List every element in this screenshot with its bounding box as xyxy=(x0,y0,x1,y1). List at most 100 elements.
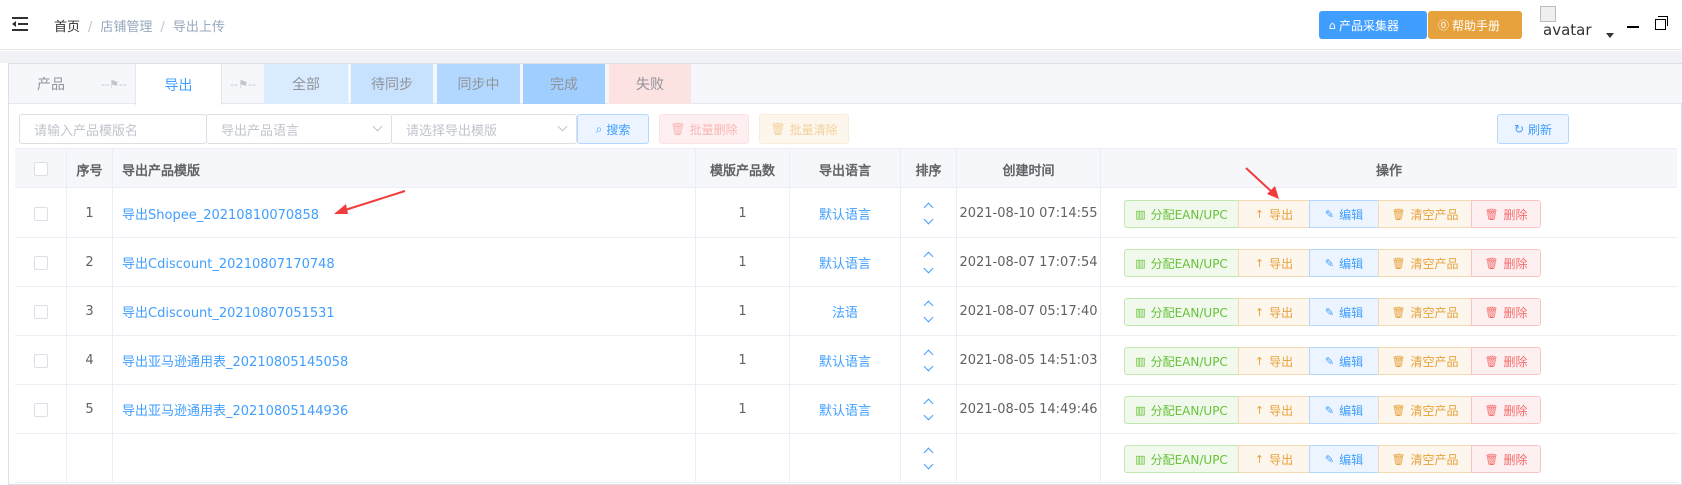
breadcrumb-home[interactable]: 首页 xyxy=(54,20,80,35)
language-link[interactable]: 法语 xyxy=(832,302,858,321)
sort-up-icon[interactable] xyxy=(923,300,934,311)
delete-button[interactable]: 🗑 删除 xyxy=(1471,347,1541,375)
select-all-checkbox[interactable] xyxy=(33,162,48,176)
search-button[interactable]: ⌕ 搜索 xyxy=(577,114,649,144)
tab-failed[interactable]: 失败 xyxy=(609,64,691,104)
export-button[interactable]: ↑ 导出 xyxy=(1238,445,1310,473)
assign-ean-upc-button[interactable]: ▥ 分配EAN/UPC xyxy=(1124,298,1239,326)
arrow-up-icon: ↑ xyxy=(1254,305,1265,319)
sort-down-icon[interactable] xyxy=(923,459,934,470)
export-button[interactable]: ↑ 导出 xyxy=(1238,347,1310,375)
language-link[interactable]: 默认语言 xyxy=(819,400,871,419)
row-checkbox[interactable] xyxy=(33,304,48,319)
delete-button[interactable]: 🗑 删除 xyxy=(1471,200,1541,228)
sort-down-icon[interactable] xyxy=(923,410,934,421)
tab-pending-sync[interactable]: 待同步 xyxy=(351,64,433,104)
template-link[interactable]: 导出亚马逊通用表_20210805145058 xyxy=(122,351,348,370)
refresh-button[interactable]: ↻ 刷新 xyxy=(1497,114,1569,144)
row-checkbox[interactable] xyxy=(33,402,48,417)
tab-product[interactable]: 产品 xyxy=(9,64,93,104)
sort-down-icon[interactable] xyxy=(923,361,934,372)
template-link[interactable]: 导出Shopee_20210810070858 xyxy=(122,204,319,223)
sort-down-icon[interactable] xyxy=(923,214,934,225)
template-link[interactable]: 导出Cdiscount_20210807051531 xyxy=(122,302,335,321)
clear-products-button[interactable]: 🗑 清空产品 xyxy=(1378,396,1472,424)
edit-button[interactable]: ✎ 编辑 xyxy=(1309,396,1379,424)
sort-down-icon[interactable] xyxy=(923,312,934,323)
store-icon: ⌂ xyxy=(1329,18,1336,32)
edit-button[interactable]: ✎ 编辑 xyxy=(1309,200,1379,228)
trash-icon: 🗑 xyxy=(1484,305,1499,319)
delete-button[interactable]: 🗑 删除 xyxy=(1471,396,1541,424)
sort-up-icon[interactable] xyxy=(923,202,934,213)
row-checkbox[interactable] xyxy=(33,353,48,368)
top-header: 首页 / 店铺管理 / 导出上传 ⌂ 产品采集器 ⓪ 帮助手册 avatar xyxy=(0,0,1682,50)
export-button[interactable]: ↑ 导出 xyxy=(1238,396,1310,424)
delete-button[interactable]: 🗑 删除 xyxy=(1471,298,1541,326)
clear-products-button[interactable]: 🗑 清空产品 xyxy=(1378,298,1472,326)
edit-button[interactable]: ✎ 编辑 xyxy=(1309,249,1379,277)
export-button[interactable]: ↑ 导出 xyxy=(1238,200,1310,228)
clear-products-button[interactable]: 🗑 清空产品 xyxy=(1378,200,1472,228)
row-index: 5 xyxy=(67,385,113,434)
assign-ean-upc-button[interactable]: ▥ 分配EAN/UPC xyxy=(1124,200,1239,228)
edit-button[interactable]: ✎ 编辑 xyxy=(1309,298,1379,326)
language-link[interactable]: 默认语言 xyxy=(819,351,871,370)
menu-toggle-icon[interactable] xyxy=(12,16,30,32)
row-checkbox[interactable] xyxy=(33,206,48,221)
assign-ean-upc-button[interactable]: ▥ 分配EAN/UPC xyxy=(1124,347,1239,375)
clear-products-button[interactable]: 🗑 清空产品 xyxy=(1378,347,1472,375)
edit-button[interactable]: ✎ 编辑 xyxy=(1309,347,1379,375)
flag-icon: --⚑-- xyxy=(101,77,127,91)
avatar-dropdown[interactable]: avatar xyxy=(1540,6,1614,46)
row-language-cell: 默认语言 xyxy=(790,238,901,287)
clear-products-button[interactable]: 🗑 清空产品 xyxy=(1378,445,1472,473)
help-manual-button[interactable]: ⓪ 帮助手册 xyxy=(1428,11,1522,39)
restore-window-icon[interactable] xyxy=(1655,16,1668,30)
delete-button[interactable]: 🗑 删除 xyxy=(1471,445,1541,473)
language-link[interactable]: 默认语言 xyxy=(819,253,871,272)
row-action-group: ▥ 分配EAN/UPC ↑ 导出 ✎ 编辑 🗑 清空产品 🗑 删除 xyxy=(1124,298,1541,326)
pencil-icon: ✎ xyxy=(1324,256,1335,270)
tab-syncing[interactable]: 同步中 xyxy=(437,64,520,104)
row-template-cell: 导出Cdiscount_20210807170748 xyxy=(113,238,696,287)
export-button[interactable]: ↑ 导出 xyxy=(1238,249,1310,277)
export-template-select[interactable]: 请选择导出模版 xyxy=(391,114,577,144)
tab-all[interactable]: 全部 xyxy=(264,64,348,104)
assign-ean-upc-button[interactable]: ▥ 分配EAN/UPC xyxy=(1124,396,1239,424)
sort-up-icon[interactable] xyxy=(923,251,934,262)
tab-export[interactable]: 导出 xyxy=(135,64,222,105)
assign-ean-upc-button[interactable]: ▥ 分配EAN/UPC xyxy=(1124,445,1239,473)
clear-products-button[interactable]: 🗑 清空产品 xyxy=(1378,249,1472,277)
row-language-cell: 默认语言 xyxy=(790,385,901,434)
template-link[interactable]: 导出亚马逊通用表_20210805144936 xyxy=(122,400,348,419)
export-button[interactable]: ↑ 导出 xyxy=(1238,298,1310,326)
batch-delete-button[interactable]: 🗑 批量删除 xyxy=(659,114,749,144)
export-language-select[interactable]: 导出产品语言 xyxy=(206,114,392,144)
template-link[interactable]: 导出Cdiscount_20210807170748 xyxy=(122,253,335,272)
col-sort: 排序 xyxy=(901,149,957,189)
assign-ean-upc-button[interactable]: ▥ 分配EAN/UPC xyxy=(1124,249,1239,277)
product-collector-button[interactable]: ⌂ 产品采集器 xyxy=(1319,11,1427,39)
row-action-group: ▥ 分配EAN/UPC ↑ 导出 ✎ 编辑 🗑 清空产品 🗑 删除 xyxy=(1124,347,1541,375)
breadcrumb-store-management[interactable]: 店铺管理 xyxy=(100,20,152,35)
batch-clear-button[interactable]: 🗑 批量清除 xyxy=(759,114,849,144)
delete-button[interactable]: 🗑 删除 xyxy=(1471,249,1541,277)
sort-up-icon[interactable] xyxy=(923,447,934,458)
row-select-cell xyxy=(15,189,67,238)
sort-up-icon[interactable] xyxy=(923,349,934,360)
row-sort-cell xyxy=(901,434,957,483)
template-name-input[interactable]: 请输入产品模版名 xyxy=(19,114,207,144)
edit-button[interactable]: ✎ 编辑 xyxy=(1309,445,1379,473)
sort-up-icon[interactable] xyxy=(923,398,934,409)
sort-down-icon[interactable] xyxy=(923,263,934,274)
row-language-cell: 法语 xyxy=(790,287,901,336)
language-link[interactable]: 默认语言 xyxy=(819,204,871,223)
minimize-icon[interactable] xyxy=(1627,26,1639,28)
row-sort-cell xyxy=(901,336,957,385)
row-created: 2021-08-07 17:07:54 xyxy=(957,238,1101,287)
row-checkbox[interactable] xyxy=(33,255,48,270)
table-header: 序号 导出产品模版 模版产品数 导出语言 排序 创建时间 操作 xyxy=(15,148,1677,189)
tab-done[interactable]: 完成 xyxy=(523,64,605,104)
pencil-icon: ✎ xyxy=(1324,354,1335,368)
